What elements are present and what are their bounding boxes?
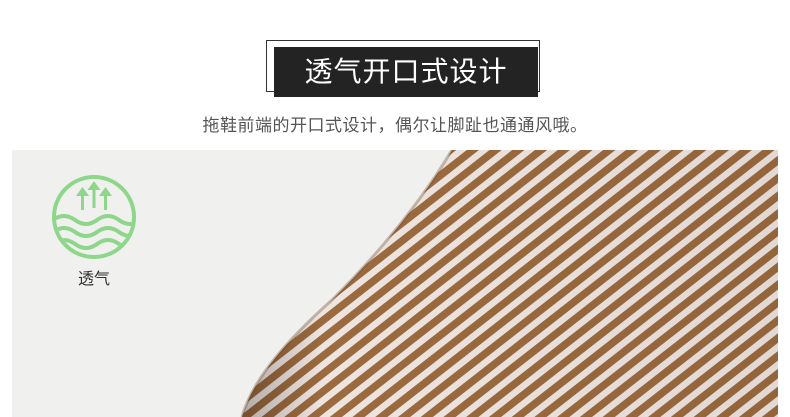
breathable-label: 透气	[77, 269, 110, 288]
section-title-frame: 透气开口式设计	[266, 40, 540, 97]
section-subtitle: 拖鞋前端的开口式设计，偶尔让脚趾也通通风哦。	[202, 116, 588, 136]
fabric-photo: 透气	[12, 150, 778, 417]
section-title: 透气开口式设计	[274, 47, 538, 97]
breathable-icon	[52, 175, 136, 259]
